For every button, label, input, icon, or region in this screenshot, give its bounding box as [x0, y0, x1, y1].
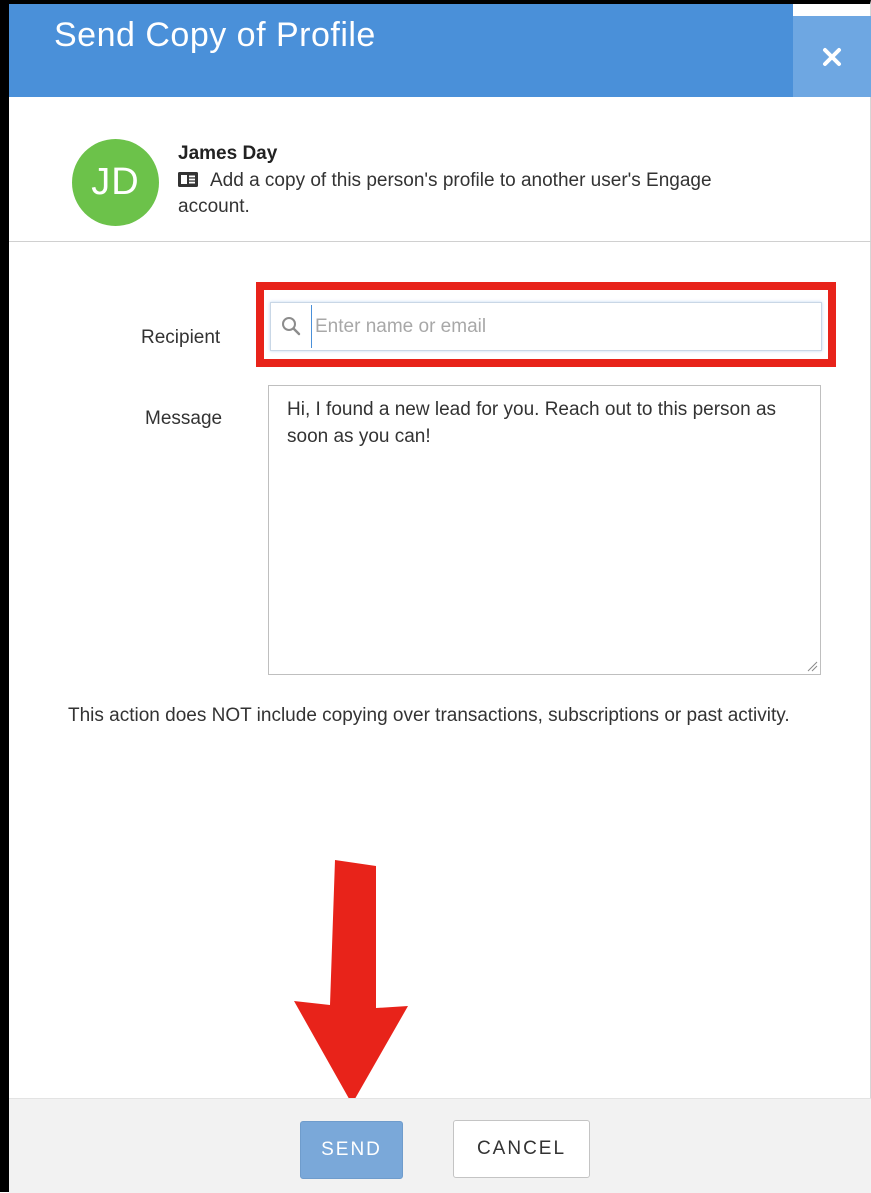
avatar: JD: [72, 139, 159, 226]
dialog-title: Send Copy of Profile: [54, 16, 376, 54]
person-description: Add a copy of this person's profile to a…: [178, 170, 712, 217]
close-icon: [823, 47, 841, 66]
resize-grip-icon[interactable]: [806, 660, 818, 672]
dialog-footer: SEND CANCEL: [9, 1098, 871, 1193]
annotation-arrow-icon: [294, 860, 408, 1104]
message-label: Message: [145, 408, 223, 429]
search-icon: [282, 317, 301, 336]
avatar-initials: JD: [91, 161, 140, 203]
message-text[interactable]: Hi, I found a new lead for you. Reach ou…: [287, 396, 807, 450]
contact-card-icon: [178, 171, 198, 187]
notice-text: This action does NOT include copying ove…: [68, 705, 790, 726]
send-button[interactable]: SEND: [300, 1121, 403, 1179]
dialog-header: Send Copy of Profile: [9, 4, 793, 97]
recipient-label: Recipient: [141, 327, 221, 348]
close-button[interactable]: [793, 16, 871, 97]
section-divider: [9, 241, 871, 242]
recipient-input[interactable]: [311, 305, 815, 348]
recipient-field[interactable]: [270, 302, 822, 351]
cancel-button[interactable]: CANCEL: [453, 1120, 590, 1178]
person-description-row: Add a copy of this person's profile to a…: [178, 168, 778, 220]
message-textarea[interactable]: Hi, I found a new lead for you. Reach ou…: [268, 385, 821, 675]
person-name: James Day: [178, 143, 278, 164]
